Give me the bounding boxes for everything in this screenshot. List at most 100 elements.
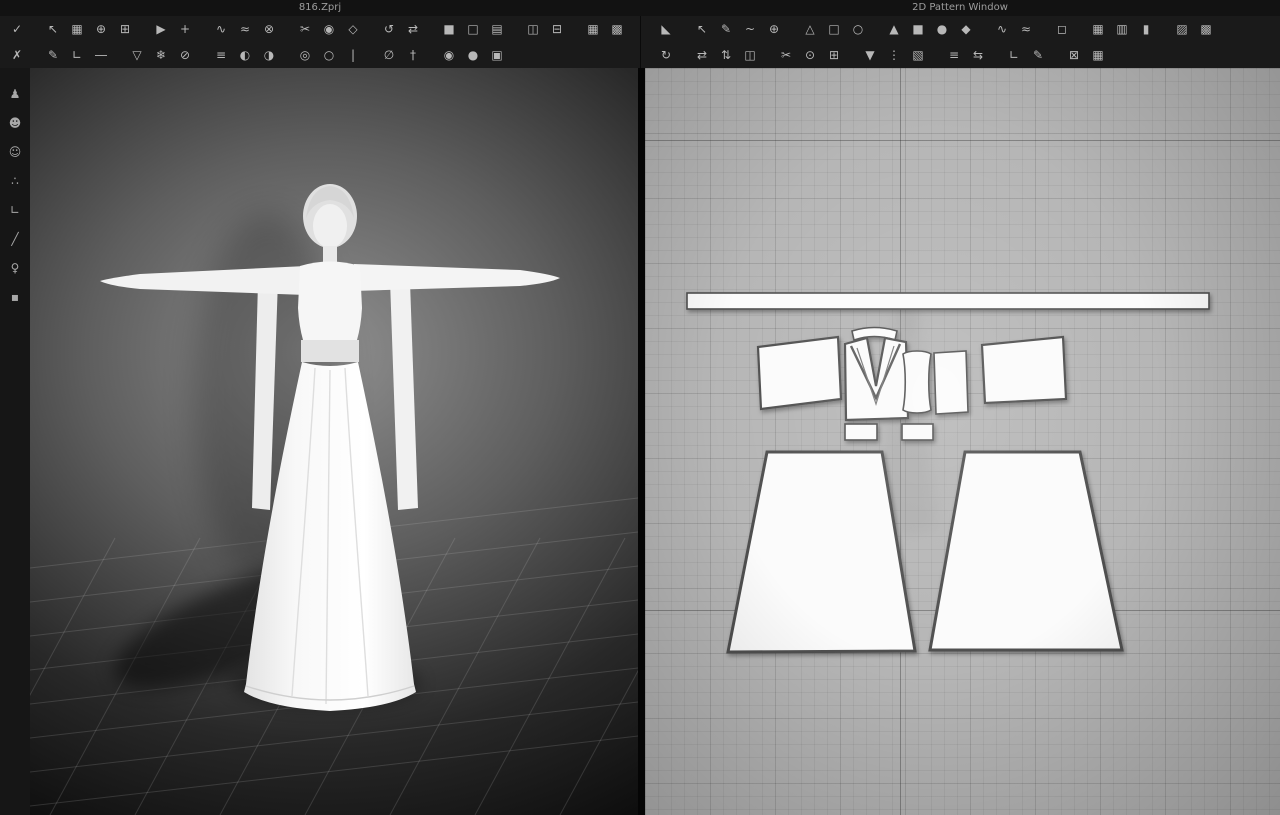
segment-sew-icon[interactable]: ∿ xyxy=(210,19,232,39)
rectangle-tool-icon[interactable]: □ xyxy=(823,19,845,39)
render-icon[interactable]: ● xyxy=(462,45,484,65)
transform-pattern-icon[interactable]: ↖ xyxy=(691,19,713,39)
avatar-arm-left[interactable] xyxy=(100,266,306,295)
free-sew-icon[interactable]: ≈ xyxy=(234,19,256,39)
select-mesh-icon[interactable]: ▦ xyxy=(66,19,88,39)
sync-windows-icon[interactable]: ⇄ xyxy=(402,19,424,39)
corner-ruler-icon[interactable]: ∟ xyxy=(5,200,25,220)
camera-icon[interactable]: ◉ xyxy=(438,45,460,65)
2d-pattern-viewport[interactable] xyxy=(645,68,1280,815)
pen-tool-icon[interactable]: ╱ xyxy=(5,229,25,249)
pattern-skirt-left[interactable] xyxy=(726,450,917,654)
capture-icon[interactable]: ▣ xyxy=(486,45,508,65)
grading-tool-icon[interactable]: ▧ xyxy=(907,45,929,65)
show-pattern-tools-icon[interactable]: ◣ xyxy=(655,19,677,39)
circle-tool-icon[interactable]: ○ xyxy=(847,19,869,39)
dart-tool-icon[interactable]: ◆ xyxy=(955,19,977,39)
pattern-front-panel[interactable] xyxy=(933,350,969,415)
edit-pattern-icon[interactable]: ✎ xyxy=(715,19,737,39)
pin-box-icon[interactable]: ⊞ xyxy=(114,19,136,39)
cancel-icon[interactable]: ✗ xyxy=(6,45,28,65)
edit-measure-icon[interactable]: ∟ xyxy=(66,45,88,65)
column-view-icon[interactable]: ▮ xyxy=(1135,19,1157,39)
confirm-icon[interactable]: ✓ xyxy=(6,19,28,39)
scissors-icon[interactable]: ✂ xyxy=(294,19,316,39)
flip-vertical-icon[interactable]: ⇅ xyxy=(715,45,737,65)
circumference-tape-icon[interactable]: ○ xyxy=(318,45,340,65)
cut-segment-icon[interactable]: ✂ xyxy=(775,45,797,65)
clone-pattern-icon[interactable]: ⊞ xyxy=(823,45,845,65)
polygon-tool-icon[interactable]: △ xyxy=(799,19,821,39)
pressure-icon[interactable]: ◐ xyxy=(234,45,256,65)
segment-sewing-2d-icon[interactable]: ∿ xyxy=(991,19,1013,39)
align-tools-icon[interactable]: ≡ xyxy=(943,45,965,65)
distribute-icon[interactable]: ⇆ xyxy=(967,45,989,65)
split-vertical-icon[interactable]: ⊟ xyxy=(546,19,568,39)
mirror-paste-icon[interactable]: ◫ xyxy=(739,45,761,65)
free-sewing-2d-icon[interactable]: ≈ xyxy=(1015,19,1037,39)
texture-editor-icon[interactable]: ▦ xyxy=(1087,19,1109,39)
add-point-icon[interactable]: ⊕ xyxy=(763,19,785,39)
pattern-side-panel[interactable] xyxy=(902,350,932,414)
shade-view-icon[interactable]: ▨ xyxy=(1171,19,1193,39)
avatar-skin-icon[interactable]: ☺ xyxy=(5,142,25,162)
internal-polygon-icon[interactable]: ▲ xyxy=(883,19,905,39)
freeze-icon[interactable]: ❄ xyxy=(150,45,172,65)
notch-tool-icon[interactable]: ▼ xyxy=(859,45,881,65)
garment-top[interactable] xyxy=(298,261,362,341)
simulate-icon[interactable]: ▶ xyxy=(150,19,172,39)
show-avatar-icon[interactable]: ☻ xyxy=(5,113,25,133)
zoom-fit-icon[interactable]: ⊠ xyxy=(1063,45,1085,65)
flatten-icon[interactable]: ▽ xyxy=(126,45,148,65)
sash-right[interactable] xyxy=(390,280,418,510)
texture-view-icon[interactable]: ▤ xyxy=(486,19,508,39)
fold-arrange-icon[interactable]: ◇ xyxy=(342,19,364,39)
edit-sewing-icon[interactable]: ✎ xyxy=(42,45,64,65)
select-move-icon[interactable]: ↖ xyxy=(42,19,64,39)
solid-view-icon[interactable]: ■ xyxy=(438,19,460,39)
fixed-pin-icon[interactable]: ⊕ xyxy=(90,19,112,39)
tape-icon[interactable]: ▪ xyxy=(5,287,25,307)
drag-cloth-icon[interactable]: + xyxy=(174,19,196,39)
mannequin-icon[interactable]: ♀ xyxy=(5,258,25,278)
flip-horizontal-icon[interactable]: ⇄ xyxy=(691,45,713,65)
deactivate-icon[interactable]: ⊘ xyxy=(174,45,196,65)
pattern-waistband[interactable] xyxy=(686,292,1210,310)
steam-icon[interactable]: ≡ xyxy=(210,45,232,65)
pleat-tool-icon[interactable]: ⋮ xyxy=(883,45,905,65)
seam-allowance-icon[interactable]: ◻ xyxy=(1051,19,1073,39)
avatar-tape-icon[interactable]: ◎ xyxy=(294,45,316,65)
edit-curvature-icon[interactable]: ~ xyxy=(739,19,761,39)
internal-rectangle-icon[interactable]: ■ xyxy=(907,19,929,39)
arrangement-points-icon[interactable]: ∴ xyxy=(5,171,25,191)
shrink-icon[interactable]: ◑ xyxy=(258,45,280,65)
measure-2d-icon[interactable]: ∟ xyxy=(1003,45,1025,65)
safety-pin-icon[interactable]: ∅ xyxy=(378,45,400,65)
pattern-sleeve-right[interactable] xyxy=(980,335,1068,405)
detach-sew-icon[interactable]: ⊗ xyxy=(258,19,280,39)
annotate-icon[interactable]: ✎ xyxy=(1027,45,1049,65)
tape-measure-icon[interactable]: ― xyxy=(90,45,112,65)
snap-grid-icon[interactable]: ▦ xyxy=(1087,45,1109,65)
pattern-cuff-right[interactable] xyxy=(901,423,934,441)
pattern-grid-icon[interactable]: ▩ xyxy=(1195,19,1217,39)
pattern-skirt-right[interactable] xyxy=(928,450,1124,652)
length-tape-icon[interactable]: | xyxy=(342,45,364,65)
avatar-arm-right[interactable] xyxy=(354,264,560,291)
pattern-bodice-front[interactable] xyxy=(843,336,910,422)
pattern-cuff-left[interactable] xyxy=(844,423,878,441)
pattern-sleeve-left[interactable] xyxy=(756,335,843,411)
trace-pattern-icon[interactable]: ⊙ xyxy=(799,45,821,65)
rotate-pattern-icon[interactable]: ↻ xyxy=(655,45,677,65)
garment-waistband[interactable] xyxy=(301,340,359,362)
tack-icon[interactable]: ◉ xyxy=(318,19,340,39)
internal-circle-icon[interactable]: ● xyxy=(931,19,953,39)
grid-view-2d-icon[interactable]: ▥ xyxy=(1111,19,1133,39)
window-divider[interactable] xyxy=(638,68,645,815)
grid-large-icon[interactable]: ▩ xyxy=(606,19,628,39)
split-horizontal-icon[interactable]: ◫ xyxy=(522,19,544,39)
wireframe-view-icon[interactable]: □ xyxy=(462,19,484,39)
needle-icon[interactable]: † xyxy=(402,45,424,65)
3d-garment-viewport[interactable] xyxy=(30,68,638,815)
show-garment-icon[interactable]: ♟ xyxy=(5,84,25,104)
